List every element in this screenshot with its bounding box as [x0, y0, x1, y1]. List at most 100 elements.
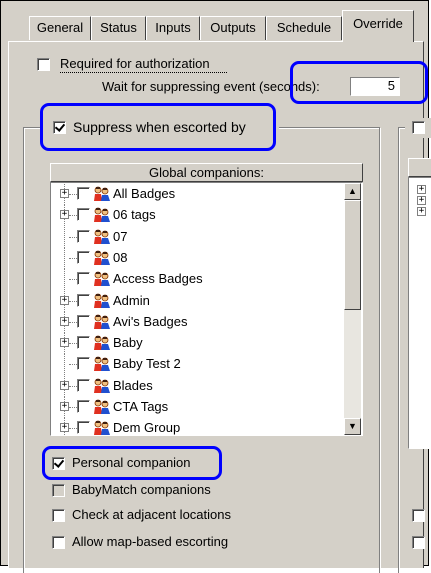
- list-item[interactable]: + Baby: [51, 333, 341, 355]
- global-companions-list[interactable]: + All Badges +06 tags 07 08 Access Badges + Adm…: [50, 182, 363, 436]
- list-item[interactable]: 08: [51, 247, 341, 269]
- tree-line: [69, 385, 77, 387]
- companion-checkbox[interactable]: [77, 314, 90, 328]
- list-item[interactable]: 07: [51, 226, 341, 248]
- companion-label: Avi's Badges: [113, 313, 188, 329]
- focus-underline: [60, 72, 227, 73]
- companion-checkbox[interactable]: [77, 250, 90, 264]
- companion-checkbox[interactable]: [77, 272, 90, 286]
- companion-checkbox[interactable]: [77, 208, 90, 222]
- global-companions-header: Global companions:: [50, 163, 363, 182]
- tab-status[interactable]: Status: [91, 16, 146, 40]
- companion-label: 06 tags: [113, 207, 156, 223]
- tab-override[interactable]: Override: [342, 10, 414, 42]
- people-group-icon: [93, 378, 111, 394]
- expand-icon[interactable]: +: [60, 423, 69, 433]
- expand-icon[interactable]: +: [60, 380, 69, 390]
- right-list-header: [408, 158, 431, 177]
- people-group-icon: [93, 186, 111, 202]
- tree-line: [69, 257, 77, 259]
- companion-checkbox[interactable]: [77, 336, 90, 350]
- list-item[interactable]: Baby Test 2: [51, 354, 341, 376]
- people-group-icon: [93, 250, 111, 266]
- tree-line: [69, 279, 77, 281]
- tree-line: [69, 321, 77, 323]
- people-group-icon: [93, 420, 111, 435]
- tree-line: [69, 215, 77, 217]
- companion-checkbox[interactable]: [77, 400, 90, 413]
- tree-line: [69, 300, 77, 302]
- list-item[interactable]: + Admin: [51, 290, 341, 312]
- tree-line: [69, 194, 77, 195]
- required-for-authorization-label: Required for authorization: [60, 56, 210, 71]
- companion-checkbox[interactable]: [77, 421, 90, 435]
- companion-checkbox[interactable]: [77, 293, 90, 307]
- companion-label: CTA Tags: [113, 399, 169, 414]
- scroll-up-button[interactable]: ▲: [344, 183, 361, 200]
- companion-checkbox[interactable]: [77, 378, 90, 392]
- allow-map-escorting-label: Allow map-based escorting: [72, 534, 229, 549]
- expand-icon[interactable]: +: [60, 189, 69, 198]
- tree-line: [69, 343, 77, 345]
- list-item[interactable]: Access Badges: [51, 269, 341, 291]
- expand-icon[interactable]: +: [417, 196, 426, 205]
- companion-label: All Badges: [113, 186, 176, 201]
- babymatch-companions-checkbox[interactable]: [52, 484, 65, 497]
- people-group-icon: [93, 293, 111, 309]
- companion-label: Blades: [113, 377, 153, 393]
- tree-line: [69, 364, 77, 366]
- companion-checkbox[interactable]: [77, 229, 90, 243]
- list-item[interactable]: + All Badges: [51, 184, 341, 205]
- personal-companion-highlight: [42, 446, 222, 480]
- expand-icon[interactable]: +: [60, 338, 69, 348]
- wait-suppressing-label: Wait for suppressing event (seconds):: [102, 79, 320, 94]
- companions-scrollbar[interactable]: ▲ ▼: [344, 183, 361, 435]
- required-for-authorization-checkbox[interactable]: [37, 58, 50, 71]
- list-item[interactable]: + Blades: [51, 375, 341, 397]
- expand-icon[interactable]: +: [417, 207, 426, 216]
- list-item[interactable]: + Dem Group: [51, 418, 341, 436]
- right-list: + + +: [408, 177, 431, 449]
- wait-seconds-highlight: [290, 61, 428, 104]
- tree-line: [64, 226, 65, 248]
- list-item[interactable]: + Avi's Badges: [51, 311, 341, 333]
- people-group-icon: [93, 271, 111, 287]
- companion-label: Access Badges: [113, 271, 203, 287]
- companion-label: 08: [113, 249, 128, 265]
- list-item[interactable]: + CTA Tags: [51, 397, 341, 418]
- people-group-icon: [93, 399, 111, 415]
- expand-icon[interactable]: +: [417, 185, 426, 194]
- people-group-icon: [93, 207, 111, 223]
- people-group-icon: [93, 314, 111, 330]
- companion-checkbox[interactable]: [77, 187, 90, 200]
- companion-label: Baby Test 2: [113, 356, 181, 372]
- right-group-checkbox[interactable]: [412, 121, 425, 134]
- companion-label: Admin: [113, 292, 150, 308]
- companion-checkbox[interactable]: [77, 357, 90, 371]
- babymatch-companions-label: BabyMatch companions: [72, 482, 211, 497]
- companion-label: Dem Group: [113, 420, 181, 436]
- tree-line: [64, 247, 65, 269]
- tab-general[interactable]: General: [29, 16, 91, 40]
- people-group-icon: [93, 356, 111, 372]
- people-group-icon: [93, 335, 111, 351]
- tab-schedule[interactable]: Schedule: [266, 16, 342, 40]
- expand-icon[interactable]: +: [60, 210, 69, 220]
- list-item[interactable]: +06 tags: [51, 205, 341, 227]
- expand-icon[interactable]: +: [60, 316, 69, 326]
- scroll-thumb[interactable]: [344, 200, 361, 310]
- allow-map-escorting-checkbox[interactable]: [52, 536, 65, 549]
- tree-line: [64, 269, 65, 291]
- right-map-checkbox[interactable]: [412, 536, 425, 549]
- scroll-down-button[interactable]: ▼: [344, 418, 361, 435]
- expand-icon[interactable]: +: [60, 402, 69, 411]
- suppress-escorted-highlight: [40, 103, 276, 151]
- companion-label: Baby: [113, 335, 143, 351]
- tree-line: [64, 354, 65, 376]
- tab-inputs[interactable]: Inputs: [146, 16, 200, 40]
- check-adjacent-label: Check at adjacent locations: [72, 507, 231, 522]
- expand-icon[interactable]: +: [60, 295, 69, 305]
- tab-outputs[interactable]: Outputs: [200, 16, 266, 40]
- right-adjacent-checkbox[interactable]: [412, 509, 425, 522]
- check-adjacent-checkbox[interactable]: [52, 509, 65, 522]
